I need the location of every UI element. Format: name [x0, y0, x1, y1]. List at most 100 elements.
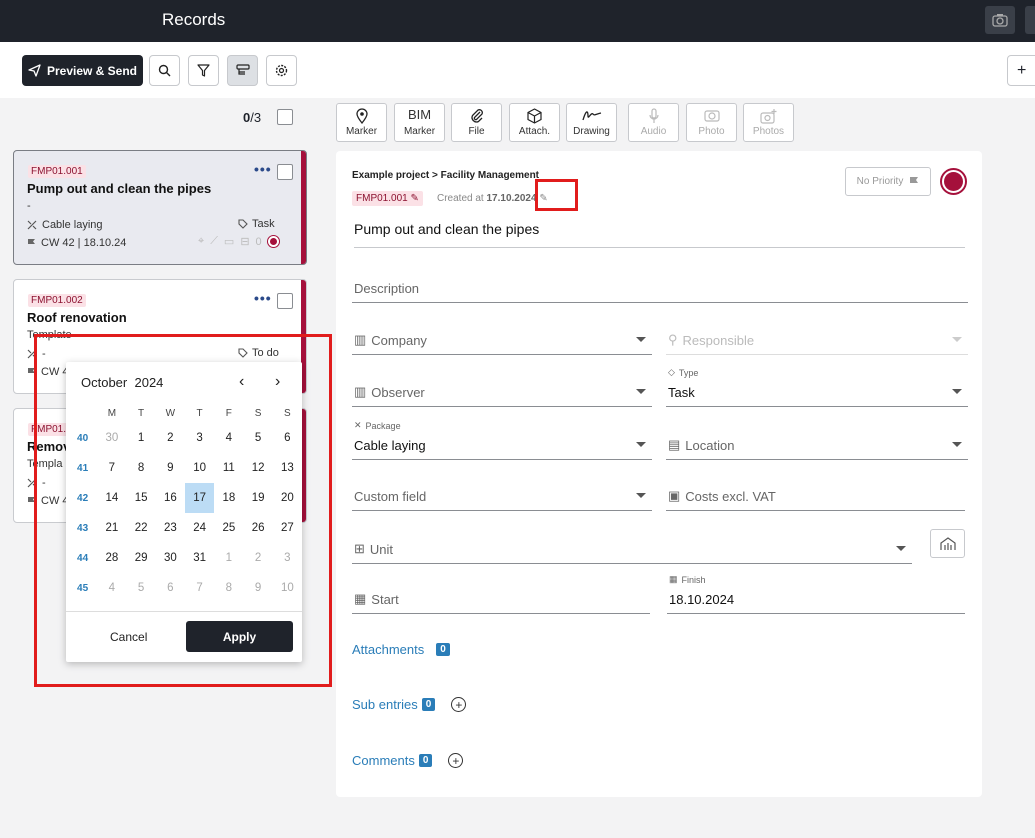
detail-code[interactable]: FMP01.001 ✎	[352, 191, 423, 206]
calendar-day[interactable]: 5	[126, 573, 155, 603]
location-select[interactable]: ▤ Location	[666, 428, 968, 460]
calendar-day[interactable]: 3	[273, 543, 302, 573]
start-date-input[interactable]: ▦ Start	[352, 582, 650, 614]
calendar-day[interactable]: 12	[243, 453, 272, 483]
calendar-day[interactable]: 28	[97, 543, 126, 573]
calendar-day[interactable]: 17	[184, 483, 215, 513]
calendar-day[interactable]: 24	[185, 513, 214, 543]
finish-date-input[interactable]: ▦ Finish 18.10.2024	[667, 574, 965, 614]
record-checkbox[interactable]	[277, 293, 293, 309]
week-number[interactable]: 45	[68, 573, 97, 603]
add-button[interactable]: +	[1007, 55, 1035, 86]
add-subentry-icon[interactable]: +	[451, 697, 467, 712]
settings-button[interactable]	[266, 55, 297, 86]
preview-send-button[interactable]: Preview & Send	[22, 55, 143, 86]
calendar-day[interactable]: 20	[273, 483, 302, 513]
calendar-day[interactable]: 10	[273, 573, 302, 603]
list-view-button[interactable]	[227, 55, 258, 86]
calendar-day[interactable]: 9	[156, 453, 185, 483]
package-select[interactable]: ✕ Package Cable laying	[352, 420, 652, 460]
select-all-checkbox[interactable]	[277, 109, 293, 125]
bim-marker-button[interactable]: BIM Marker	[394, 103, 445, 142]
attachments-section[interactable]: Attachments 0	[352, 642, 450, 657]
record-card[interactable]: FMP01.001 ••• Pump out and clean the pip…	[13, 150, 307, 265]
calendar-year: 2024	[134, 375, 164, 390]
comments-section[interactable]: Comments 0 +	[352, 753, 464, 768]
observer-select[interactable]: ▥ Observer	[352, 375, 652, 407]
next-month-icon[interactable]: ›	[275, 373, 280, 391]
bim-marker-label: Marker	[403, 126, 436, 137]
calendar-day[interactable]: 22	[126, 513, 155, 543]
calendar-day[interactable]: 10	[185, 453, 214, 483]
more-options-button[interactable]: •••	[254, 161, 272, 177]
custom-field-select[interactable]: Custom field	[352, 479, 652, 511]
photo-button[interactable]: Photo	[686, 103, 737, 142]
calendar-day[interactable]: 15	[126, 483, 155, 513]
cancel-button[interactable]: Cancel	[110, 630, 147, 644]
apply-button[interactable]: Apply	[186, 621, 293, 652]
week-number[interactable]: 41	[68, 453, 97, 483]
edge-button[interactable]	[1025, 6, 1035, 34]
search-button[interactable]	[149, 55, 180, 86]
responsible-select[interactable]: ⚲ Responsible	[666, 323, 968, 355]
unit-browser-button[interactable]	[930, 529, 965, 558]
calendar-day[interactable]: 14	[97, 483, 126, 513]
camera-button[interactable]	[985, 6, 1015, 34]
calendar-day[interactable]: 27	[273, 513, 302, 543]
calendar-day[interactable]: 16	[156, 483, 185, 513]
calendar-day[interactable]: 29	[126, 543, 155, 573]
drawing-button[interactable]: Drawing	[566, 103, 617, 142]
calendar-day[interactable]: 4	[214, 423, 243, 453]
calendar-day[interactable]: 3	[185, 423, 214, 453]
calendar-day[interactable]: 31	[185, 543, 214, 573]
calendar-day[interactable]: 30	[156, 543, 185, 573]
week-number[interactable]: 44	[68, 543, 97, 573]
calendar-day[interactable]: 4	[97, 573, 126, 603]
type-select[interactable]: ◇ Type Task	[666, 367, 968, 407]
week-number[interactable]: 40	[68, 423, 97, 453]
calendar-day[interactable]: 2	[243, 543, 272, 573]
calendar-day[interactable]: 13	[273, 453, 302, 483]
edit-date-icon[interactable]: ✎	[539, 193, 547, 204]
title-input[interactable]: Pump out and clean the pipes	[354, 221, 965, 248]
calendar-day[interactable]: 1	[126, 423, 155, 453]
color-picker[interactable]	[940, 168, 967, 195]
calendar-day[interactable]: 8	[214, 573, 243, 603]
file-button[interactable]: File	[451, 103, 502, 142]
week-number[interactable]: 42	[68, 483, 97, 513]
calendar-day[interactable]: 2	[156, 423, 185, 453]
record-checkbox[interactable]	[277, 164, 293, 180]
filter-button[interactable]	[188, 55, 219, 86]
calendar-day[interactable]: 8	[126, 453, 155, 483]
calendar-day[interactable]: 7	[185, 573, 214, 603]
add-comment-icon[interactable]: +	[448, 753, 464, 768]
calendar-day[interactable]: 5	[243, 423, 272, 453]
priority-button[interactable]: No Priority	[845, 167, 931, 196]
unit-select[interactable]: ⊞ Unit	[352, 532, 912, 564]
unit-placeholder: ⊞ Unit	[354, 541, 393, 557]
calendar-day[interactable]: 21	[97, 513, 126, 543]
calendar-day[interactable]: 18	[214, 483, 243, 513]
calendar-day[interactable]: 26	[243, 513, 272, 543]
subentries-section[interactable]: Sub entries 0 +	[352, 697, 467, 712]
more-options-button[interactable]: •••	[254, 290, 272, 306]
calendar-day[interactable]: 9	[243, 573, 272, 603]
calendar-day[interactable]: 23	[156, 513, 185, 543]
calendar-day[interactable]: 7	[97, 453, 126, 483]
week-number[interactable]: 43	[68, 513, 97, 543]
prev-month-icon[interactable]: ‹	[239, 373, 244, 391]
marker-button[interactable]: Marker	[336, 103, 387, 142]
calendar-day[interactable]: 6	[273, 423, 302, 453]
calendar-day[interactable]: 30	[97, 423, 126, 453]
company-select[interactable]: ▥ Company	[352, 323, 652, 355]
audio-button[interactable]: Audio	[628, 103, 679, 142]
description-field[interactable]: Description	[352, 271, 968, 303]
calendar-day[interactable]: 6	[156, 573, 185, 603]
calendar-day[interactable]: 25	[214, 513, 243, 543]
calendar-day[interactable]: 19	[243, 483, 272, 513]
calendar-day[interactable]: 11	[214, 453, 243, 483]
attach-button[interactable]: Attach.	[509, 103, 560, 142]
calendar-day[interactable]: 1	[214, 543, 243, 573]
photos-button[interactable]: Photos	[743, 103, 794, 142]
costs-input[interactable]: ▣ Costs excl. VAT	[666, 479, 965, 511]
